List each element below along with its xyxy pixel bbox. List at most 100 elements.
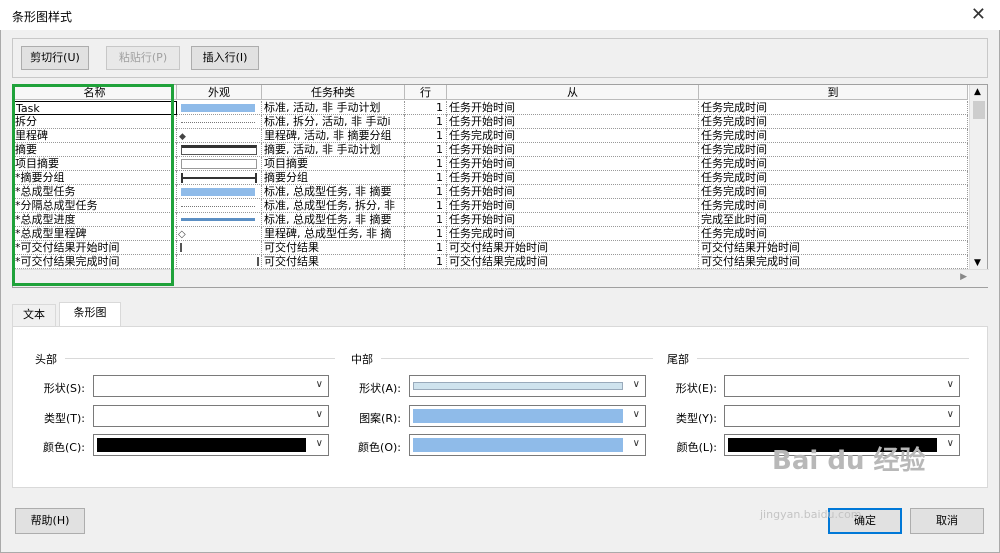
cell-row[interactable]: 1 bbox=[405, 129, 447, 143]
scroll-thumb[interactable] bbox=[973, 101, 985, 119]
cell-appearance[interactable] bbox=[177, 241, 262, 255]
header-to[interactable]: 到 bbox=[699, 85, 968, 100]
cell-kind[interactable]: 摘要, 活动, 非 手动计划 bbox=[262, 143, 405, 157]
cell-kind[interactable]: 标准, 拆分, 活动, 非 手动i bbox=[262, 115, 405, 129]
tail-shape-select[interactable]: ∨ bbox=[724, 375, 960, 397]
paste-row-button[interactable]: 粘贴行(P) bbox=[106, 46, 180, 70]
cell-name[interactable]: *可交付结果完成时间 bbox=[13, 255, 177, 269]
cell-to[interactable]: 任务完成时间 bbox=[699, 143, 968, 157]
cell-kind[interactable]: 标准, 总成型任务, 非 摘要 bbox=[262, 185, 405, 199]
cell-kind[interactable]: 标准, 总成型任务, 非 摘要 bbox=[262, 213, 405, 227]
table-row[interactable]: 项目摘要 项目摘要 1 任务开始时间 任务完成时间 bbox=[13, 157, 968, 171]
cell-appearance[interactable] bbox=[177, 101, 262, 115]
table-row[interactable]: *分隔总成型任务 标准, 总成型任务, 拆分, 非 1 任务开始时间 任务完成时间 bbox=[13, 199, 968, 213]
cell-name[interactable]: 摘要 bbox=[13, 143, 177, 157]
cell-to[interactable]: 任务完成时间 bbox=[699, 185, 968, 199]
cell-from[interactable]: 任务开始时间 bbox=[447, 143, 699, 157]
cell-kind[interactable]: 摘要分组 bbox=[262, 171, 405, 185]
cell-appearance[interactable]: ◆ bbox=[177, 129, 262, 143]
table-row[interactable]: *总成型里程碑 ◇ 里程碑, 总成型任务, 非 摘 1 任务完成时间 任务完成时间 bbox=[13, 227, 968, 241]
cell-kind[interactable]: 标准, 总成型任务, 拆分, 非 bbox=[262, 199, 405, 213]
cell-name[interactable]: 里程碑 bbox=[13, 129, 177, 143]
tab-bar[interactable]: 条形图 bbox=[59, 302, 121, 326]
header-from[interactable]: 从 bbox=[447, 85, 699, 100]
header-appearance[interactable]: 外观 bbox=[177, 85, 262, 100]
table-row[interactable]: *可交付结果开始时间 可交付结果 1 可交付结果开始时间 可交付结果开始时间 bbox=[13, 241, 968, 255]
scroll-down-icon[interactable]: ▼ bbox=[974, 258, 981, 268]
cell-kind[interactable]: 项目摘要 bbox=[262, 157, 405, 171]
cell-row[interactable]: 1 bbox=[405, 115, 447, 129]
cell-appearance[interactable] bbox=[177, 213, 262, 227]
cell-from[interactable]: 可交付结果开始时间 bbox=[447, 241, 699, 255]
cell-row[interactable]: 1 bbox=[405, 143, 447, 157]
cell-kind[interactable]: 可交付结果 bbox=[262, 255, 405, 269]
cell-row[interactable]: 1 bbox=[405, 255, 447, 269]
cell-name[interactable]: 拆分 bbox=[13, 115, 177, 129]
cell-kind[interactable]: 标准, 活动, 非 手动计划 bbox=[262, 101, 405, 115]
table-row[interactable]: 拆分 标准, 拆分, 活动, 非 手动i 1 任务开始时间 任务完成时间 bbox=[13, 115, 968, 129]
cell-from[interactable]: 任务完成时间 bbox=[447, 129, 699, 143]
cell-to[interactable]: 任务完成时间 bbox=[699, 129, 968, 143]
cell-name[interactable]: *摘要分组 bbox=[13, 171, 177, 185]
cell-to[interactable]: 任务完成时间 bbox=[699, 199, 968, 213]
cell-to[interactable]: 可交付结果完成时间 bbox=[699, 255, 968, 269]
cell-row[interactable]: 1 bbox=[405, 227, 447, 241]
table-row[interactable]: *摘要分组 摘要分组 1 任务开始时间 任务完成时间 bbox=[13, 171, 968, 185]
cell-to[interactable]: 完成至此时间 bbox=[699, 213, 968, 227]
cell-from[interactable]: 任务完成时间 bbox=[447, 227, 699, 241]
cell-row[interactable]: 1 bbox=[405, 157, 447, 171]
head-shape-select[interactable]: ∨ bbox=[93, 375, 329, 397]
cell-appearance[interactable] bbox=[177, 185, 262, 199]
table-row[interactable]: 里程碑 ◆ 里程碑, 活动, 非 摘要分组 1 任务完成时间 任务完成时间 bbox=[13, 129, 968, 143]
cell-name[interactable]: *总成型里程碑 bbox=[13, 227, 177, 241]
middle-color-select[interactable]: ∨ bbox=[409, 434, 646, 456]
head-color-select[interactable]: ∨ bbox=[93, 434, 329, 456]
cell-to[interactable]: 任务完成时间 bbox=[699, 227, 968, 241]
cell-name[interactable]: *可交付结果开始时间 bbox=[13, 241, 177, 255]
cell-row[interactable]: 1 bbox=[405, 213, 447, 227]
cell-name[interactable]: 项目摘要 bbox=[13, 157, 177, 171]
bar-styles-grid[interactable]: 名称 外观 任务种类 行 从 到 Task 标准, 活动, 非 手动计划 1 任务开始… bbox=[12, 84, 989, 288]
cell-from[interactable]: 任务开始时间 bbox=[447, 185, 699, 199]
cell-from[interactable]: 任务开始时间 bbox=[447, 199, 699, 213]
cell-from[interactable]: 可交付结果完成时间 bbox=[447, 255, 699, 269]
tab-text[interactable]: 文本 bbox=[12, 304, 56, 326]
cell-to[interactable]: 可交付结果开始时间 bbox=[699, 241, 968, 255]
cell-row[interactable]: 1 bbox=[405, 101, 447, 115]
table-row[interactable]: Task 标准, 活动, 非 手动计划 1 任务开始时间 任务完成时间 bbox=[13, 101, 968, 115]
cell-row[interactable]: 1 bbox=[405, 241, 447, 255]
cell-name[interactable]: Task bbox=[13, 101, 177, 115]
cell-row[interactable]: 1 bbox=[405, 171, 447, 185]
cell-from[interactable]: 任务开始时间 bbox=[447, 157, 699, 171]
header-row[interactable]: 行 bbox=[405, 85, 447, 100]
close-icon[interactable]: ✕ bbox=[971, 4, 986, 25]
cell-name[interactable]: *总成型进度 bbox=[13, 213, 177, 227]
insert-row-button[interactable]: 插入行(I) bbox=[191, 46, 259, 70]
cell-kind[interactable]: 可交付结果 bbox=[262, 241, 405, 255]
cell-kind[interactable]: 里程碑, 总成型任务, 非 摘 bbox=[262, 227, 405, 241]
scroll-right-icon[interactable]: ▶ bbox=[960, 272, 967, 282]
cut-row-button[interactable]: 剪切行(U) bbox=[21, 46, 89, 70]
middle-pattern-select[interactable]: ∨ bbox=[409, 405, 646, 427]
cell-appearance[interactable] bbox=[177, 157, 262, 171]
cell-appearance[interactable] bbox=[177, 199, 262, 213]
cell-to[interactable]: 任务完成时间 bbox=[699, 115, 968, 129]
cell-row[interactable]: 1 bbox=[405, 199, 447, 213]
cell-to[interactable]: 任务完成时间 bbox=[699, 157, 968, 171]
scroll-up-icon[interactable]: ▲ bbox=[974, 87, 981, 97]
cell-from[interactable]: 任务开始时间 bbox=[447, 213, 699, 227]
cell-appearance[interactable] bbox=[177, 143, 262, 157]
table-row[interactable]: 摘要 摘要, 活动, 非 手动计划 1 任务开始时间 任务完成时间 bbox=[13, 143, 968, 157]
help-button[interactable]: 帮助(H) bbox=[15, 508, 85, 534]
cell-to[interactable]: 任务完成时间 bbox=[699, 101, 968, 115]
middle-shape-select[interactable]: ∨ bbox=[409, 375, 646, 397]
vertical-scrollbar[interactable]: ▲ ▼ bbox=[969, 85, 987, 270]
cell-from[interactable]: 任务开始时间 bbox=[447, 115, 699, 129]
cancel-button[interactable]: 取消 bbox=[910, 508, 984, 534]
horizontal-scrollbar[interactable]: ▶ bbox=[13, 269, 989, 287]
cell-from[interactable]: 任务开始时间 bbox=[447, 101, 699, 115]
cell-row[interactable]: 1 bbox=[405, 185, 447, 199]
table-row[interactable]: *可交付结果完成时间 可交付结果 1 可交付结果完成时间 可交付结果完成时间 bbox=[13, 255, 968, 269]
table-row[interactable]: *总成型任务 标准, 总成型任务, 非 摘要 1 任务开始时间 任务完成时间 bbox=[13, 185, 968, 199]
cell-appearance[interactable] bbox=[177, 115, 262, 129]
